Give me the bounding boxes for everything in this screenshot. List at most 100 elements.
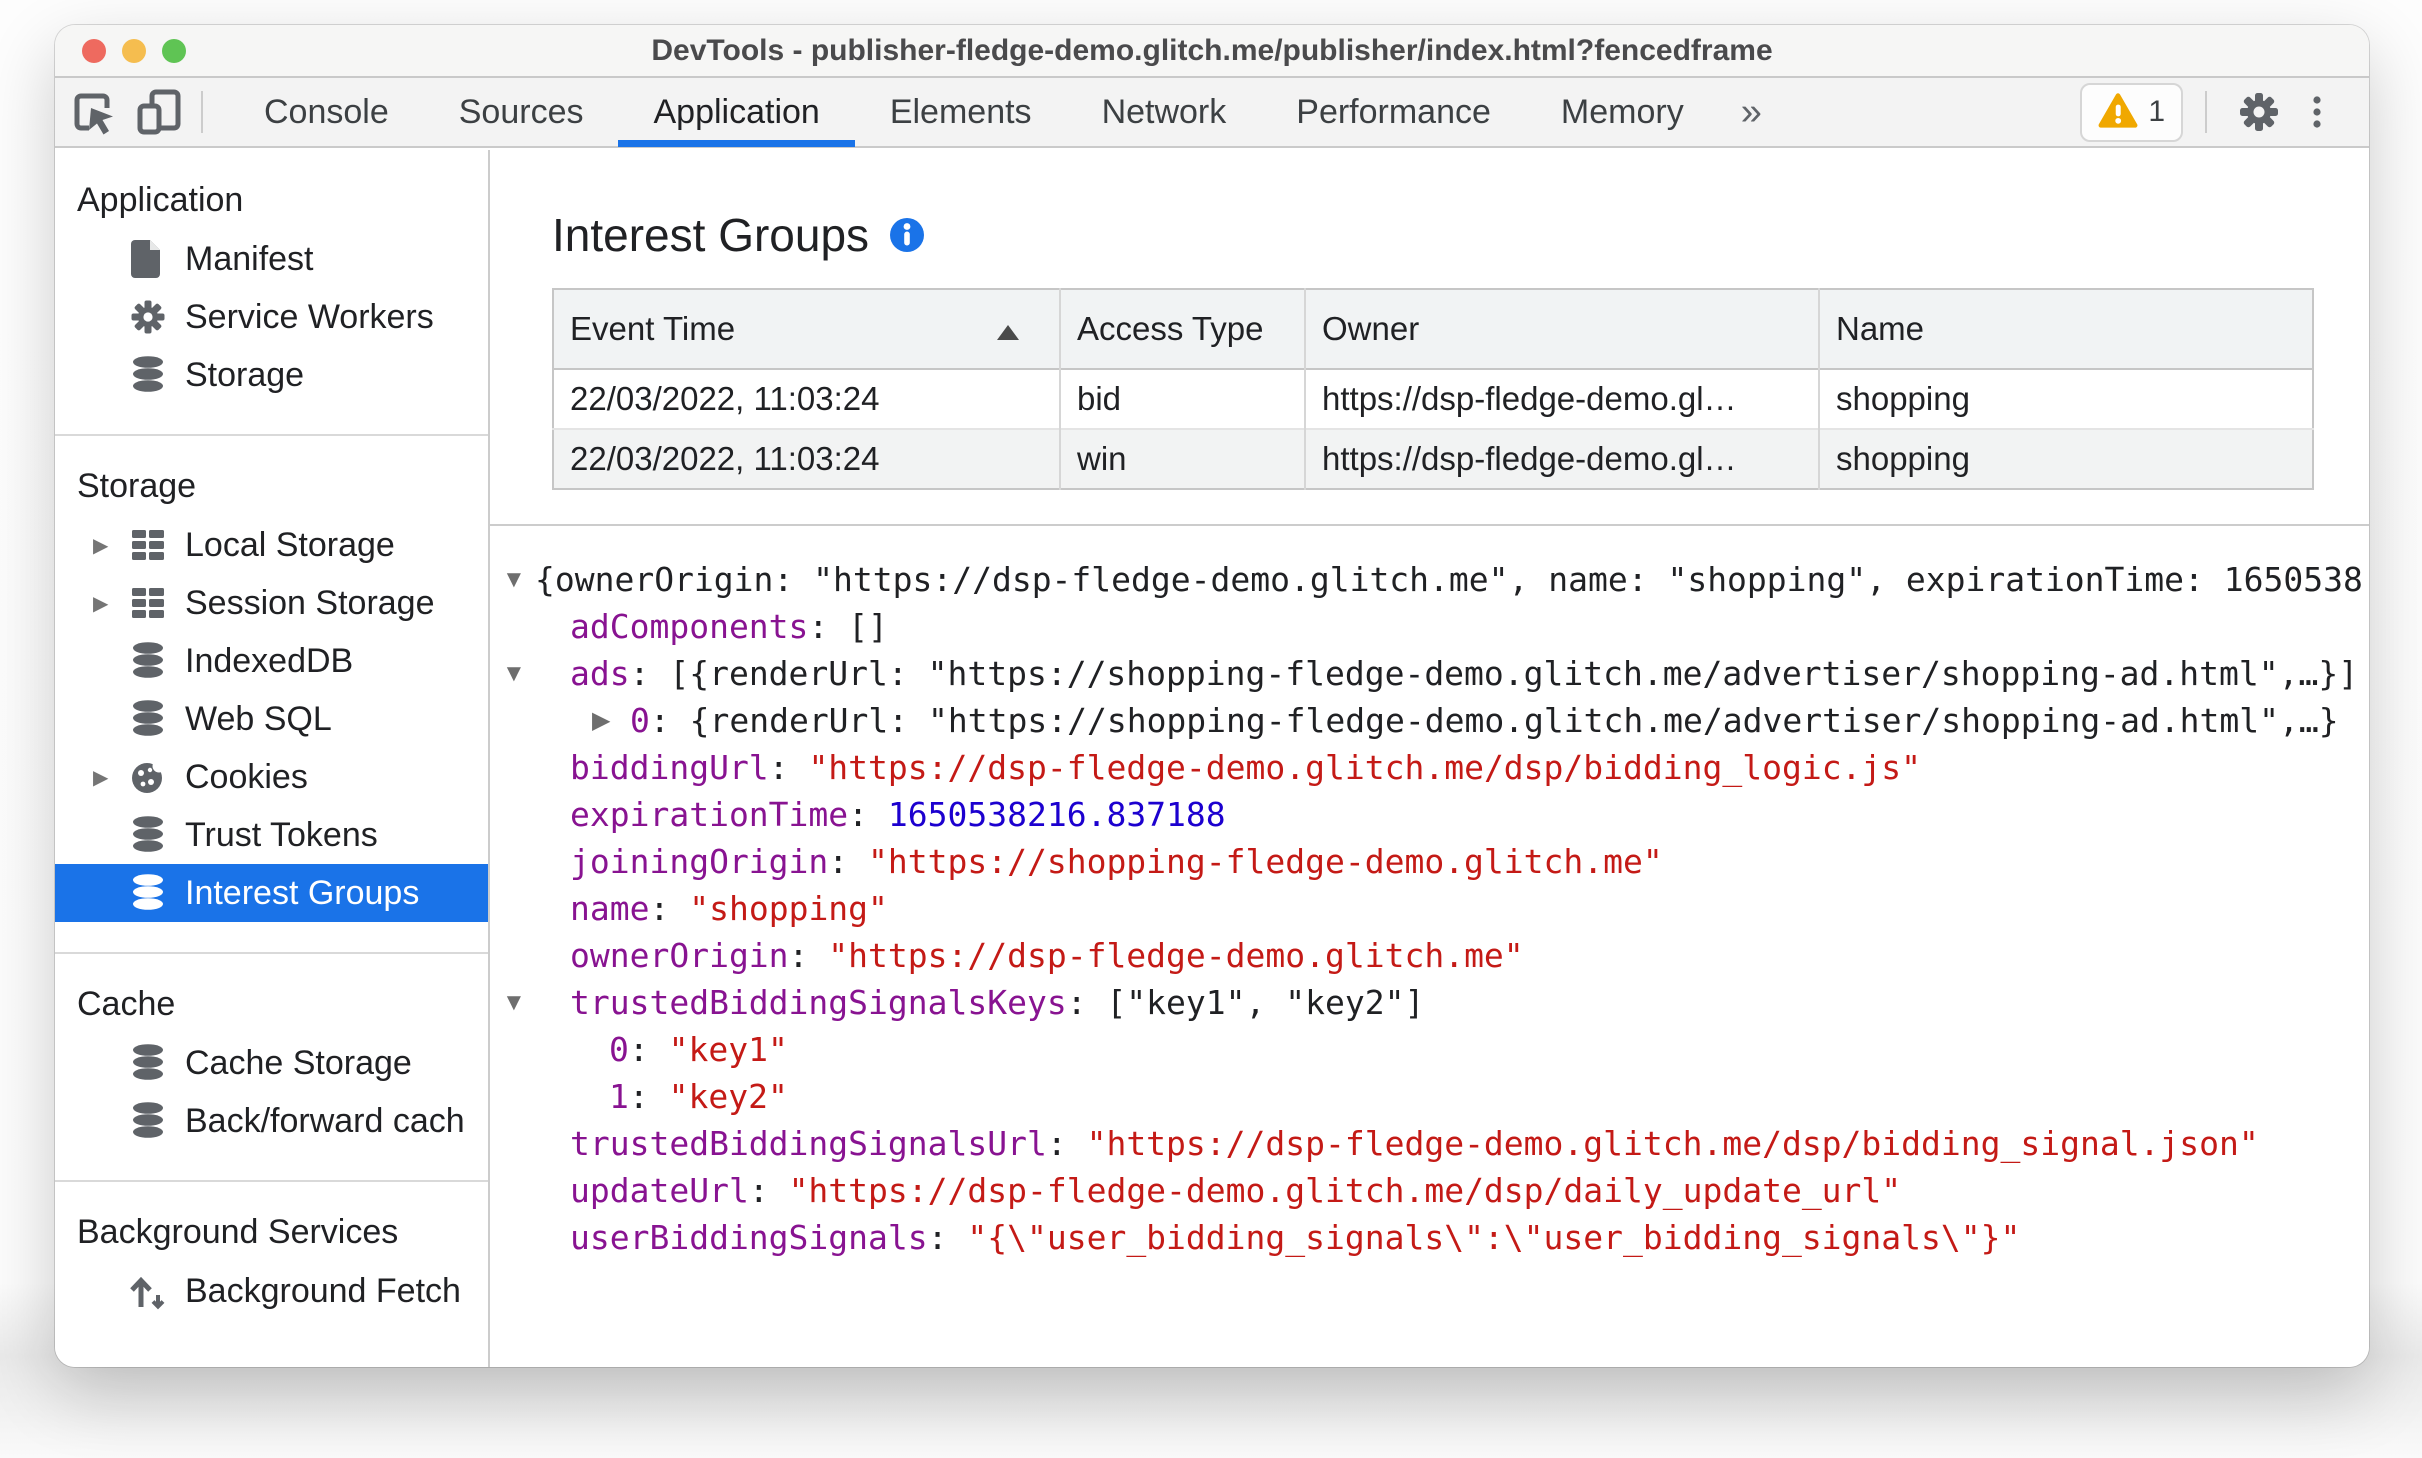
gear-icon [128, 296, 168, 338]
tree-expander-icon[interactable]: ▼ [502, 556, 526, 603]
tree-segment-plain: : [{renderUrl: "https://shopping-fledge-… [629, 654, 2359, 693]
inspect-element-icon[interactable] [65, 84, 121, 140]
sidebar-section-title: Cache [77, 985, 176, 1023]
sidebar-item-label: IndexedDB [185, 641, 354, 680]
sidebar-item-local-storage[interactable]: ▶ Local Storage [55, 516, 488, 574]
tree-expander-icon[interactable]: ▶ [592, 697, 610, 744]
window-title: DevTools - publisher-fledge-demo.glitch.… [651, 33, 1773, 67]
application-sidebar: Application Manifest Service Workers Storag… [55, 150, 490, 1367]
database-icon [128, 640, 168, 682]
column-header-name[interactable]: Name [1819, 289, 2313, 369]
tree-segment-str: "https://shopping-fledge-demo.glitch.me" [868, 842, 1663, 881]
tree-segment-str: "https://dsp-fledge-demo.glitch.me/dsp/d… [788, 1171, 1902, 1210]
settings-gear-icon[interactable] [2231, 84, 2287, 140]
interest-groups-panel: Interest Groups Event Time Access Type Own… [490, 150, 2369, 1367]
database-icon [128, 354, 168, 396]
issues-badge[interactable]: 1 [2080, 82, 2183, 142]
tree-line[interactable]: biddingUrl: "https://dsp-fledge-demo.gli… [490, 744, 2369, 791]
warning-icon [2098, 91, 2138, 134]
expander-icon[interactable]: ▶ [93, 591, 108, 616]
more-tabs-button[interactable]: » [1719, 91, 1784, 134]
tree-line[interactable]: ownerOrigin: "https://dsp-fledge-demo.gl… [490, 932, 2369, 979]
sidebar-section-cache: Cache Cache Storage Back/forward cach [55, 954, 488, 1182]
expander-icon[interactable]: ▶ [93, 765, 108, 790]
table-row[interactable]: 22/03/2022, 11:03:24 bid https://dsp-fledg… [553, 369, 2313, 429]
sidebar-item-manifest[interactable]: Manifest [55, 230, 488, 288]
sidebar-item-service-workers[interactable]: Service Workers [55, 288, 488, 346]
tree-segment-str: "https://dsp-fledge-demo.glitch.me/dsp/b… [1086, 1124, 2259, 1163]
sidebar-item-storage[interactable]: Storage [55, 346, 488, 404]
tree-line[interactable]: ▶ 0: {renderUrl: "https://shopping-fledge… [490, 697, 2369, 744]
tab-memory[interactable]: Memory [1526, 77, 1719, 147]
sidebar-section-title: Application [77, 181, 244, 219]
panel-tabs: Console Sources Application Elements Network… [229, 77, 1719, 147]
cookie-icon [128, 756, 168, 798]
tree-segment-key: trustedBiddingSignalsKeys [570, 983, 1067, 1022]
more-options-kebab-icon[interactable] [2289, 84, 2345, 140]
device-toolbar-icon[interactable] [131, 84, 187, 140]
sidebar-item-cache-storage[interactable]: Cache Storage [55, 1034, 488, 1092]
sidebar-section-title: Storage [77, 467, 197, 505]
tree-line[interactable]: expirationTime: 1650538216.837188 [490, 791, 2369, 838]
tab-console[interactable]: Console [229, 77, 424, 147]
tree-expander-icon[interactable]: ▼ [502, 650, 526, 697]
column-header-event-time[interactable]: Event Time [553, 289, 1061, 369]
devtools-window: DevTools - publisher-fledge-demo.glitch.… [55, 25, 2369, 1367]
tree-segment-num: 1650538216.837188 [887, 795, 1226, 834]
tab-sources[interactable]: Sources [424, 77, 619, 147]
tree-line[interactable]: ▼ {ownerOrigin: "https://dsp-fledge-demo.… [490, 556, 2369, 603]
column-header-owner[interactable]: Owner [1305, 289, 1820, 369]
tree-segment-key: userBiddingSignals [570, 1218, 928, 1257]
sidebar-item-background-fetch[interactable]: Background Fetch [55, 1262, 488, 1320]
interest-group-details-tree: ▼ {ownerOrigin: "https://dsp-fledge-demo.… [490, 524, 2369, 1261]
tree-segment-key: 1 [609, 1077, 629, 1116]
table-cell: bid [1060, 369, 1306, 429]
tab-network[interactable]: Network [1067, 77, 1262, 147]
sidebar-item-label: Service Workers [185, 297, 434, 336]
tree-segment-plain: : [] [808, 607, 888, 646]
database-icon [128, 698, 168, 740]
tree-line[interactable]: ▼ trustedBiddingSignalsKeys: ["key1", "ke… [490, 979, 2369, 1026]
expander-icon[interactable]: ▶ [93, 533, 108, 558]
table-cell: https://dsp-fledge-demo.gl… [1305, 429, 1820, 489]
tree-line[interactable]: adComponents: [] [490, 603, 2369, 650]
info-icon[interactable] [889, 217, 925, 258]
tree-segment-str: "key2" [668, 1077, 788, 1116]
tree-line[interactable]: 0: "key1" [490, 1026, 2369, 1073]
tab-elements[interactable]: Elements [855, 77, 1067, 147]
tab-application[interactable]: Application [618, 77, 855, 147]
issues-count: 1 [2148, 95, 2165, 128]
tree-line[interactable]: trustedBiddingSignalsUrl: "https://dsp-f… [490, 1120, 2369, 1167]
sidebar-item-indexeddb[interactable]: IndexedDB [55, 632, 488, 690]
sidebar-item-trust-tokens[interactable]: Trust Tokens [55, 806, 488, 864]
tree-segment-plain: {ownerOrigin: "https://dsp-fledge-demo.g… [535, 560, 2363, 599]
sidebar-item-session-storage[interactable]: ▶ Session Storage [55, 574, 488, 632]
table-row[interactable]: 22/03/2022, 11:03:24 win https://dsp-fledg… [553, 429, 2313, 489]
page-title: Interest Groups [552, 209, 870, 261]
tree-line[interactable]: userBiddingSignals: "{\"user_bidding_sig… [490, 1214, 2369, 1261]
tree-segment-key: joiningOrigin [570, 842, 829, 881]
sidebar-section-application: Application Manifest Service Workers Storag… [55, 150, 488, 436]
tree-segment-key: trustedBiddingSignalsUrl [570, 1124, 1047, 1163]
tree-expander-icon[interactable]: ▼ [502, 979, 526, 1026]
database-icon [128, 814, 168, 856]
sidebar-item-interest-groups[interactable]: Interest Groups [55, 864, 488, 922]
toolbar-separator [2205, 91, 2207, 133]
table-cell: https://dsp-fledge-demo.gl… [1305, 369, 1820, 429]
tree-line[interactable]: name: "shopping" [490, 885, 2369, 932]
sidebar-item-web-sql[interactable]: Web SQL [55, 690, 488, 748]
tree-line[interactable]: ▼ ads: [{renderUrl: "https://shopping-fle… [490, 650, 2369, 697]
tree-line[interactable]: 1: "key2" [490, 1073, 2369, 1120]
tree-segment-key: 0 [609, 1030, 629, 1069]
tree-segment-str: "shopping" [689, 889, 888, 928]
sidebar-item-back-forward-cach[interactable]: Back/forward cach [55, 1092, 488, 1150]
sidebar-item-label: Storage [185, 355, 305, 394]
sidebar-section-title: Background Services [77, 1213, 399, 1251]
sidebar-item-label: Interest Groups [185, 873, 420, 912]
column-header-access-type[interactable]: Access Type [1060, 289, 1306, 369]
tree-line[interactable]: joiningOrigin: "https://shopping-fledge-… [490, 838, 2369, 885]
tree-line[interactable]: updateUrl: "https://dsp-fledge-demo.glit… [490, 1167, 2369, 1214]
table-cell: shopping [1836, 380, 1970, 417]
sidebar-item-cookies[interactable]: ▶ Cookies [55, 748, 488, 806]
tab-performance[interactable]: Performance [1261, 77, 1526, 147]
